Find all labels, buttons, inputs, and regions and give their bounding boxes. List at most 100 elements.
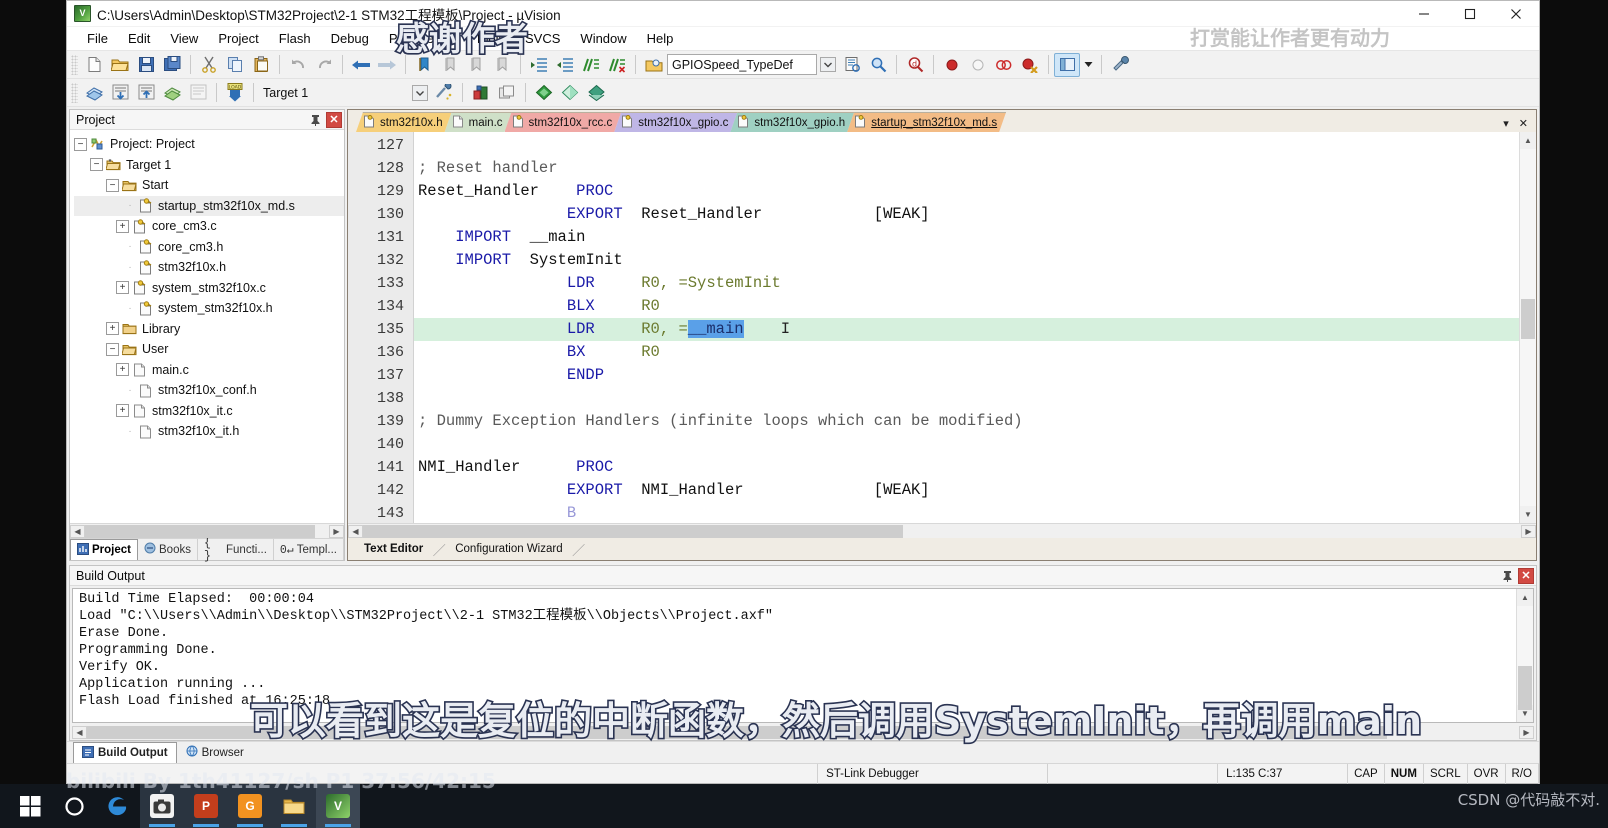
browse-symbols-icon[interactable] (839, 53, 865, 77)
indent-icon[interactable] (526, 53, 552, 77)
scroll-thumb[interactable] (87, 726, 1387, 739)
configure-tools-icon[interactable] (1107, 53, 1133, 77)
scroll-right-icon[interactable]: ▶ (329, 524, 344, 538)
scroll-down-icon[interactable]: ▼ (1520, 506, 1536, 523)
copy-icon[interactable] (222, 53, 248, 77)
scroll-thumb[interactable] (363, 524, 903, 538)
rebuild-all-icon[interactable] (133, 81, 159, 105)
code-text-area[interactable]: ; Reset handler Reset_Handler PROC EXPOR… (414, 132, 1519, 523)
target-dropdown-icon[interactable] (409, 81, 431, 105)
scroll-track[interactable] (85, 524, 329, 538)
scroll-up-icon[interactable]: ▲ (1517, 589, 1533, 606)
file-explorer-icon[interactable] (272, 784, 316, 828)
build-output-vertical-scrollbar[interactable]: ▲ ▼ (1516, 589, 1533, 722)
minimize-button[interactable] (1401, 1, 1447, 27)
code-line[interactable]: LDR R0, =SystemInit (414, 272, 1519, 295)
code-line[interactable]: ; Dummy Exception Handlers (infinite loo… (414, 410, 1519, 433)
symbol-search-combo[interactable]: GPIOSpeed_TypeDef (667, 54, 817, 75)
selected-token[interactable]: __main (687, 320, 744, 338)
tree-item-main-c[interactable]: + main.c (74, 360, 344, 381)
tree-item-start[interactable]: − Start (74, 175, 344, 196)
start-button[interactable] (8, 784, 52, 828)
scroll-left-icon[interactable]: ◀ (70, 524, 85, 538)
tab-books[interactable]: Books (138, 539, 198, 560)
menu-peripherals[interactable]: Peripherals (379, 28, 465, 49)
redo-icon[interactable] (311, 53, 337, 77)
code-line[interactable] (414, 387, 1519, 410)
scroll-track[interactable] (1517, 606, 1533, 710)
expander-icon[interactable]: − (74, 137, 87, 151)
scroll-track[interactable] (363, 524, 1521, 538)
scroll-thumb[interactable] (1521, 299, 1535, 339)
code-line-highlighted[interactable]: LDR R0, =__main I (414, 318, 1519, 341)
menu-debug[interactable]: Debug (321, 28, 379, 49)
keil-uvision-icon[interactable]: V (316, 784, 360, 828)
expander-icon[interactable]: − (90, 158, 103, 172)
expander-icon[interactable]: + (116, 281, 129, 295)
find-replace-icon[interactable]: d (902, 53, 928, 77)
tree-item-startup-asm[interactable]: · startup_stm32f10x_md.s (74, 195, 344, 216)
powerpoint-icon[interactable]: P (184, 784, 228, 828)
menu-svcs[interactable]: SVCS (515, 28, 570, 49)
tab-functions[interactable]: { } Functi... (198, 537, 274, 563)
scroll-track[interactable] (1520, 149, 1536, 506)
tree-item-target1[interactable]: − Target 1 (74, 155, 344, 176)
tab-project[interactable]: Project (70, 539, 138, 560)
tree-item-stm32f10x-conf-h[interactable]: · stm32f10x_conf.h (74, 380, 344, 401)
tree-item-project[interactable]: − Project: Project (74, 134, 344, 155)
tree-item-core-cm3-c[interactable]: + core_cm3.c (74, 216, 344, 237)
tab-templates[interactable]: 0↵ Templ... (274, 539, 344, 560)
pack-installer-icon[interactable] (531, 81, 557, 105)
code-line[interactable] (414, 433, 1519, 456)
scroll-up-icon[interactable]: ▲ (1520, 132, 1536, 149)
code-line[interactable]: NMI_Handler PROC (414, 456, 1519, 479)
save-icon[interactable] (133, 53, 159, 77)
new-file-icon[interactable] (81, 53, 107, 77)
scroll-left-icon[interactable]: ◀ (72, 726, 87, 739)
scroll-right-icon[interactable]: ▶ (1519, 726, 1534, 739)
gif-tool-icon[interactable]: G (228, 784, 272, 828)
doc-tab-stm32f10x-h[interactable]: stm32f10x.h (356, 112, 452, 132)
code-line[interactable]: EXPORT NMI_Handler [WEAK] (414, 479, 1519, 502)
cut-icon[interactable] (196, 53, 222, 77)
bookmark-toggle-icon[interactable] (411, 53, 437, 77)
build-target-icon[interactable] (107, 81, 133, 105)
editor-horizontal-scrollbar[interactable]: ◀ ▶ (348, 523, 1536, 538)
camera-app-icon[interactable] (140, 784, 184, 828)
close-document-icon[interactable]: ✕ (1519, 117, 1528, 130)
expander-icon[interactable]: + (106, 322, 119, 336)
code-line[interactable]: IMPORT SystemInit (414, 249, 1519, 272)
tree-item-user[interactable]: − User (74, 339, 344, 360)
menu-file[interactable]: File (77, 28, 118, 49)
menu-view[interactable]: View (160, 28, 208, 49)
scroll-track[interactable] (87, 726, 1519, 739)
open-file-icon[interactable] (107, 53, 133, 77)
code-line[interactable]: B (414, 502, 1519, 523)
menu-flash[interactable]: Flash (269, 28, 321, 49)
expander-icon[interactable]: + (116, 404, 129, 418)
editor-vertical-scrollbar[interactable]: ▲ ▼ (1519, 132, 1536, 523)
comment-icon[interactable] (578, 53, 604, 77)
navigate-back-icon[interactable] (348, 53, 374, 77)
menu-window[interactable]: Window (570, 28, 636, 49)
manage-project-items-icon[interactable] (468, 81, 494, 105)
tree-item-system-stm32f10x-c[interactable]: + system_stm32f10x.c (74, 278, 344, 299)
download-to-flash-icon[interactable]: LOAD (222, 81, 248, 105)
multi-project-icon[interactable] (494, 81, 520, 105)
menu-project[interactable]: Project (208, 28, 268, 49)
close-icon[interactable]: ✕ (1518, 567, 1534, 584)
tree-item-core-cm3-h[interactable]: · core_cm3.h (74, 237, 344, 258)
code-line[interactable]: EXPORT Reset_Handler [WEAK] (414, 203, 1519, 226)
disable-breakpoint-icon[interactable] (965, 53, 991, 77)
save-all-icon[interactable] (159, 53, 185, 77)
code-line[interactable]: IMPORT __main (414, 226, 1519, 249)
find-icon[interactable] (865, 53, 891, 77)
scroll-left-icon[interactable]: ◀ (348, 524, 363, 538)
expander-icon[interactable]: + (116, 363, 129, 377)
stop-build-icon[interactable] (185, 81, 211, 105)
project-horizontal-scrollbar[interactable]: ◀ ▶ (70, 523, 344, 538)
toolbar-grip[interactable] (71, 54, 78, 75)
expander-icon[interactable]: − (106, 178, 119, 192)
undo-icon[interactable] (285, 53, 311, 77)
chevron-down-icon[interactable] (817, 53, 839, 77)
